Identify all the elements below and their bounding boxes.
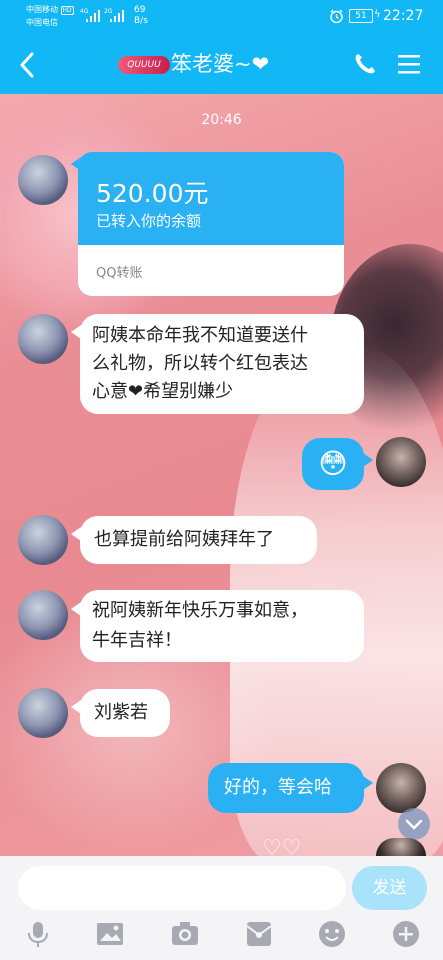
net-speed: 69 B/s <box>134 5 148 26</box>
image-icon[interactable] <box>96 920 124 948</box>
my-message-bubble[interactable]: 好的，等会哈 <box>208 763 364 813</box>
red-packet-icon[interactable] <box>245 920 273 948</box>
plus-icon[interactable] <box>392 920 420 948</box>
message-bubble[interactable]: 也算提前给阿姨拜年了 <box>80 516 317 564</box>
transfer-card[interactable]: 520.00元 已转入你的余额 QQ转账 <box>78 152 344 296</box>
contact-avatar[interactable] <box>18 590 68 640</box>
hd-badge: HD <box>60 6 74 15</box>
message-line: 么礼物，所以转个红包表达 <box>92 353 308 374</box>
alarm-icon <box>330 9 343 24</box>
charging-icon: ϟ <box>374 9 381 20</box>
chat-title[interactable]: 笨老婆~❤ <box>171 50 269 78</box>
my-avatar <box>376 838 426 856</box>
clock: 22:27 <box>383 8 424 24</box>
chevron-down-icon <box>405 819 423 830</box>
message-bubble[interactable]: 祝阿姨新年快乐万事如意， 牛年吉祥！ <box>80 590 364 662</box>
contact-avatar[interactable] <box>18 688 68 738</box>
vip-badge: QUUUU <box>118 56 170 74</box>
bubble-tail <box>363 453 373 467</box>
title-bar: QUUUU 笨老婆~❤ <box>0 34 443 94</box>
signal-icon-2 <box>110 10 124 22</box>
message-line: 牛年吉祥！ <box>92 630 182 651</box>
my-avatar[interactable] <box>376 763 426 813</box>
status-bar: 中国移动 HD 中国电信 4G 2G 69 B/s 51 ϟ 22:27 <box>0 0 443 34</box>
mic-icon[interactable] <box>24 920 52 948</box>
carrier-1: 中国移动 HD <box>26 5 74 15</box>
message-timestamp: 20:46 <box>201 112 242 128</box>
emoji-icon[interactable] <box>318 920 346 948</box>
message-line: 阿姨本命年我不知道要送什 <box>92 325 308 346</box>
transfer-desc: 已转入你的余额 <box>96 212 202 230</box>
transfer-footer: QQ转账 <box>96 266 143 281</box>
my-avatar[interactable] <box>376 437 426 487</box>
bubble-tail <box>363 776 373 790</box>
battery-icon: 51 <box>349 9 373 23</box>
message-bubble[interactable]: 阿姨本命年我不知道要送什 么礼物，所以转个红包表达 心意❤希望别嫌少 <box>80 314 364 414</box>
contact-avatar[interactable] <box>18 314 68 364</box>
message-input[interactable] <box>18 866 346 910</box>
send-button[interactable]: 发送 <box>352 866 427 910</box>
flushed-emoji-icon: 😳 <box>318 447 348 480</box>
menu-icon[interactable] <box>397 54 421 74</box>
contact-avatar[interactable] <box>18 155 68 205</box>
signal-icon <box>86 10 100 22</box>
carrier-2: 中国电信 <box>26 18 58 27</box>
message-line: 心意❤希望别嫌少 <box>92 381 234 402</box>
transfer-amount: 520.00元 <box>96 179 209 208</box>
emoji-bubble[interactable]: 😳 <box>302 438 364 490</box>
back-icon[interactable] <box>18 52 36 78</box>
camera-icon[interactable] <box>171 920 199 948</box>
message-line: 祝阿姨新年快乐万事如意， <box>92 600 308 621</box>
message-bubble[interactable]: 刘紫若 <box>80 689 170 737</box>
contact-avatar[interactable] <box>18 515 68 565</box>
phone-icon[interactable] <box>353 52 377 76</box>
scroll-down-button[interactable] <box>398 808 430 840</box>
